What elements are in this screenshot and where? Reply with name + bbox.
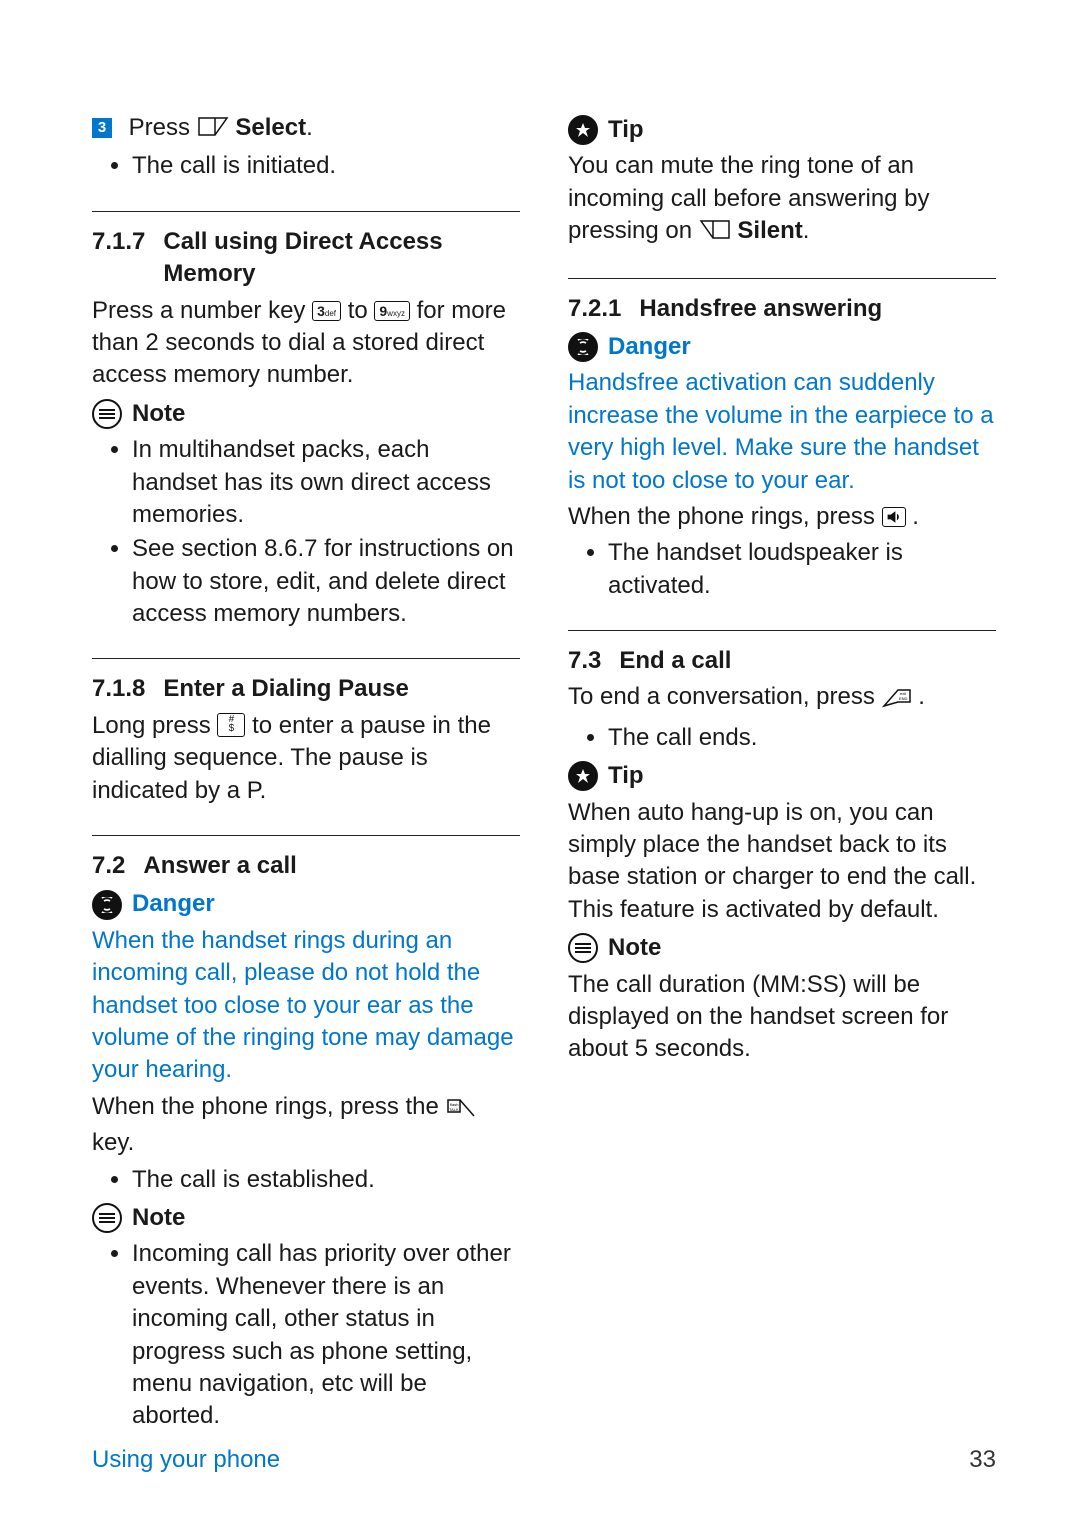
paragraph-7-1-7: Press a number key 3def to 9wxyz for mor… bbox=[92, 295, 520, 392]
key-3-icon: 3def bbox=[312, 301, 341, 321]
step-3-line: 3 Press Select. bbox=[92, 112, 520, 146]
danger-callout: Danger bbox=[92, 888, 520, 920]
tip-icon bbox=[568, 761, 598, 791]
danger-icon bbox=[568, 332, 598, 362]
tip-icon bbox=[568, 115, 598, 145]
note-callout: Note bbox=[92, 1202, 520, 1234]
note-icon bbox=[92, 399, 122, 429]
talk-key-icon: flashTALK bbox=[446, 1095, 476, 1127]
section-divider bbox=[568, 278, 996, 279]
softkey-left-icon bbox=[699, 217, 731, 249]
note-text-7-3: The call duration (MM:SS) will be displa… bbox=[568, 969, 996, 1066]
svg-text:TALK: TALK bbox=[449, 1107, 459, 1112]
danger-label: Danger bbox=[608, 331, 691, 363]
paragraph-7-2-1: When the phone rings, press . bbox=[568, 501, 996, 533]
left-column: 3 Press Select. The call is initiated. 7… bbox=[92, 108, 520, 1450]
heading-7-1-7: 7.1.7 Call using Direct Access Memory bbox=[92, 226, 520, 291]
footer-title: Using your phone bbox=[92, 1444, 280, 1476]
danger-callout: Danger bbox=[568, 331, 996, 363]
result-list-7-2: The call is established. bbox=[92, 1164, 520, 1196]
document-page: 3 Press Select. The call is initiated. 7… bbox=[0, 0, 1080, 1530]
heading-7-3: 7.3 End a call bbox=[568, 645, 996, 677]
heading-7-1-8: 7.1.8 Enter a Dialing Pause bbox=[92, 673, 520, 705]
note-callout: Note bbox=[568, 932, 996, 964]
list-item: The call is established. bbox=[132, 1164, 520, 1196]
paragraph-7-3: To end a conversation, press exitEND . bbox=[568, 681, 996, 717]
step-number-badge: 3 bbox=[92, 118, 112, 138]
paragraph-7-1-8: Long press #$ to enter a pause in the di… bbox=[92, 710, 520, 807]
right-column: Tip You can mute the ring tone of an inc… bbox=[568, 108, 996, 1450]
list-item: The call is initiated. bbox=[132, 150, 520, 182]
tip-label: Tip bbox=[608, 760, 644, 792]
list-item: The call ends. bbox=[608, 722, 996, 754]
danger-text-7-2: When the handset rings during an incomin… bbox=[92, 925, 520, 1087]
note-icon bbox=[92, 1203, 122, 1233]
tip-text-7-3: When auto hang-up is on, you can simply … bbox=[568, 797, 996, 927]
step-text: Press bbox=[129, 114, 197, 141]
step-3-result: The call is initiated. bbox=[92, 150, 520, 182]
heading-7-2-1: 7.2.1 Handsfree answering bbox=[568, 293, 996, 325]
section-divider bbox=[92, 211, 520, 212]
footer-page-number: 33 bbox=[969, 1444, 996, 1476]
result-list-7-3: The call ends. bbox=[568, 722, 996, 754]
tip-callout: Tip bbox=[568, 114, 996, 146]
speaker-key-icon bbox=[882, 507, 906, 527]
list-item: Incoming call has priority over other ev… bbox=[132, 1238, 520, 1432]
key-hash-icon: #$ bbox=[217, 713, 245, 737]
page-footer: Using your phone 33 bbox=[92, 1444, 996, 1476]
section-divider bbox=[92, 658, 520, 659]
note-callout: Note bbox=[92, 398, 520, 430]
svg-text:END: END bbox=[899, 696, 908, 701]
list-item: See section 8.6.7 for instructions on ho… bbox=[132, 533, 520, 630]
note-label: Note bbox=[132, 398, 185, 430]
result-list-7-2-1: The handset loudspeaker is activated. bbox=[568, 537, 996, 602]
end-key-icon: exitEND bbox=[882, 685, 912, 717]
tip-text-7-2: You can mute the ring tone of an incomin… bbox=[568, 150, 996, 249]
list-item: The handset loudspeaker is activated. bbox=[608, 537, 996, 602]
danger-label: Danger bbox=[132, 888, 215, 920]
select-label: Select bbox=[235, 114, 306, 141]
note-label: Note bbox=[132, 1202, 185, 1234]
tip-label: Tip bbox=[608, 114, 644, 146]
heading-7-2: 7.2 Answer a call bbox=[92, 850, 520, 882]
section-divider bbox=[92, 835, 520, 836]
note-list-7-1-7: In multihandset packs, each handset has … bbox=[92, 434, 520, 630]
danger-icon bbox=[92, 890, 122, 920]
tip-callout: Tip bbox=[568, 760, 996, 792]
note-icon bbox=[568, 933, 598, 963]
danger-text-7-2-1: Handsfree activation can suddenly increa… bbox=[568, 367, 996, 497]
section-divider bbox=[568, 630, 996, 631]
paragraph-7-2: When the phone rings, press the flashTAL… bbox=[92, 1091, 520, 1160]
note-list-7-2: Incoming call has priority over other ev… bbox=[92, 1238, 520, 1432]
note-label: Note bbox=[608, 932, 661, 964]
list-item: In multihandset packs, each handset has … bbox=[132, 434, 520, 531]
key-9-icon: 9wxyz bbox=[374, 301, 410, 321]
silent-label: Silent bbox=[737, 217, 802, 244]
softkey-right-icon bbox=[197, 114, 229, 146]
